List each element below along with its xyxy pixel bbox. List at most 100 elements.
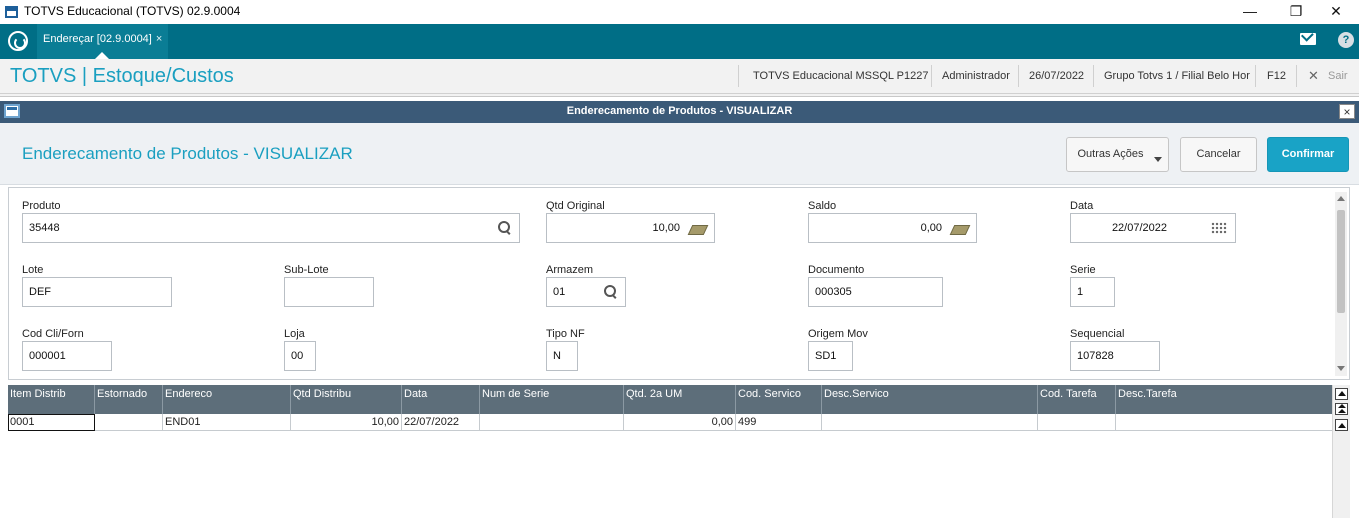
sequencial-input[interactable]: 107828 [1070,341,1160,371]
documento-value: 000305 [815,286,852,298]
tipo-nf-label: Tipo NF [546,328,585,340]
column-header[interactable]: Cod. Tarefa [1038,385,1116,414]
dialog-header: Enderecamento de Produtos - VISUALIZAR O… [0,123,1359,185]
divider [1296,65,1297,87]
armazem-input[interactable]: 01 [546,277,626,307]
dialog-close-button[interactable]: × [1339,104,1355,119]
cancel-button[interactable]: Cancelar [1180,137,1257,172]
grid-scrollbar[interactable] [1332,385,1350,518]
grid-cell[interactable]: END01 [163,414,291,431]
dialog-titlebar: Enderecamento de Produtos - VISUALIZAR × [0,101,1359,123]
documento-input[interactable]: 000305 [808,277,943,307]
cod-cli-forn-label: Cod Cli/Forn [22,328,84,340]
double-up-icon [1338,404,1346,408]
lote-value: DEF [29,286,51,298]
saldo-label: Saldo [808,200,837,212]
sub-lote-input[interactable] [284,277,374,307]
window-title: TOTVS Educacional (TOTVS) 02.9.0004 [24,4,241,18]
other-actions-label: Outras Ações [1077,148,1144,160]
scroll-top-button[interactable] [1335,388,1348,400]
loja-value: 00 [291,350,304,362]
column-header[interactable]: Item Distrib [8,385,95,414]
saldo-value: 0,00 [920,222,942,234]
header-separator [0,94,1359,97]
column-header[interactable]: Estornado [95,385,163,414]
minimize-button[interactable]: — [1227,0,1273,24]
scroll-up-icon[interactable] [1337,196,1345,201]
user-label[interactable]: Administrador [942,70,1010,82]
column-header[interactable]: Data [402,385,480,414]
grid-cell[interactable] [822,414,1038,431]
divider [1255,65,1256,87]
scroll-up-icon [1338,423,1346,428]
exit-icon[interactable]: ✕ [1308,68,1319,84]
column-header[interactable]: Cod. Servico [736,385,822,414]
scrollbar-thumb[interactable] [1337,210,1345,313]
grid-cell[interactable]: 0001 [8,414,95,431]
search-icon[interactable] [604,285,617,298]
origem-mov-input[interactable]: SD1 [808,341,853,371]
documento-label: Documento [808,264,865,276]
serie-value: 1 [1077,286,1084,298]
calculator-icon[interactable] [950,222,968,234]
grid-cell[interactable] [480,414,624,431]
exit-button[interactable]: Sair [1328,70,1348,82]
date-label[interactable]: 26/07/2022 [1029,70,1084,82]
branch-label[interactable]: Grupo Totvs 1 / Filial Belo Hor [1104,70,1250,82]
grid-cell[interactable]: 10,00 [291,414,402,431]
grid-cell[interactable] [1116,414,1332,431]
confirm-button[interactable]: Confirmar [1267,137,1349,172]
calculator-icon[interactable] [688,222,706,234]
scroll-down-icon[interactable] [1337,366,1345,371]
dialog-title: Enderecamento de Produtos - VISUALIZAR [566,105,793,117]
sequencial-value: 107828 [1077,350,1114,362]
cod-cli-forn-input[interactable]: 000001 [22,341,112,371]
scroll-top-icon [1338,391,1346,396]
active-tab-indicator [95,52,109,59]
chevron-down-icon [1154,157,1162,162]
saldo-input[interactable]: 0,00 [808,213,977,243]
grid-cell[interactable]: 22/07/2022 [402,414,480,431]
grid-cell[interactable] [95,414,163,431]
shortcut-label[interactable]: F12 [1267,70,1286,82]
origem-mov-value: SD1 [815,350,837,362]
calendar-icon[interactable] [1211,222,1227,234]
column-header[interactable]: Qtd. 2a UM [624,385,736,414]
tipo-nf-input[interactable]: N [546,341,578,371]
cod-cli-forn-value: 000001 [29,350,66,362]
produto-input[interactable]: 35448 [22,213,520,243]
scroll-page-up-button[interactable] [1335,403,1348,415]
tipo-nf-value: N [553,350,561,362]
serie-input[interactable]: 1 [1070,277,1115,307]
grid-cell[interactable]: 499 [736,414,822,431]
column-header[interactable]: Num de Serie [480,385,624,414]
module-title: TOTVS | Estoque/Custos [10,65,234,87]
sequencial-label: Sequencial [1070,328,1125,340]
totvs-logo-icon[interactable] [8,31,28,51]
column-header[interactable]: Qtd Distribu [291,385,402,414]
qtd-original-input[interactable]: 10,00 [546,213,715,243]
form-scrollbar[interactable] [1335,192,1347,376]
other-actions-button[interactable]: Outras Ações [1066,137,1169,172]
loja-input[interactable]: 00 [284,341,316,371]
loja-label: Loja [284,328,305,340]
column-header[interactable]: Desc.Tarefa [1116,385,1332,414]
column-header[interactable]: Desc.Servico [822,385,1038,414]
environment-label[interactable]: TOTVS Educacional MSSQL P1227 [753,70,928,82]
scroll-up-button[interactable] [1335,419,1348,431]
search-icon[interactable] [498,221,511,234]
app-icon [5,6,18,18]
column-header[interactable]: Endereco [163,385,291,414]
help-icon[interactable]: ? [1338,32,1354,48]
mail-icon[interactable] [1300,33,1316,45]
grid-cell[interactable] [1038,414,1116,431]
tab-bar: Endereçar [02.9.0004] × ? [0,24,1359,59]
window-titlebar: TOTVS Educacional (TOTVS) 02.9.0004 — ❐ … [0,0,1359,24]
close-window-button[interactable]: ✕ [1313,0,1359,24]
data-input[interactable]: 22/07/2022 [1070,213,1236,243]
qtd-original-label: Qtd Original [546,200,605,212]
lote-input[interactable]: DEF [22,277,172,307]
tab-close-icon[interactable]: × [156,33,162,45]
distribution-grid: Item Distrib Estornado Endereco Qtd Dist… [8,385,1332,518]
grid-cell[interactable]: 0,00 [624,414,736,431]
